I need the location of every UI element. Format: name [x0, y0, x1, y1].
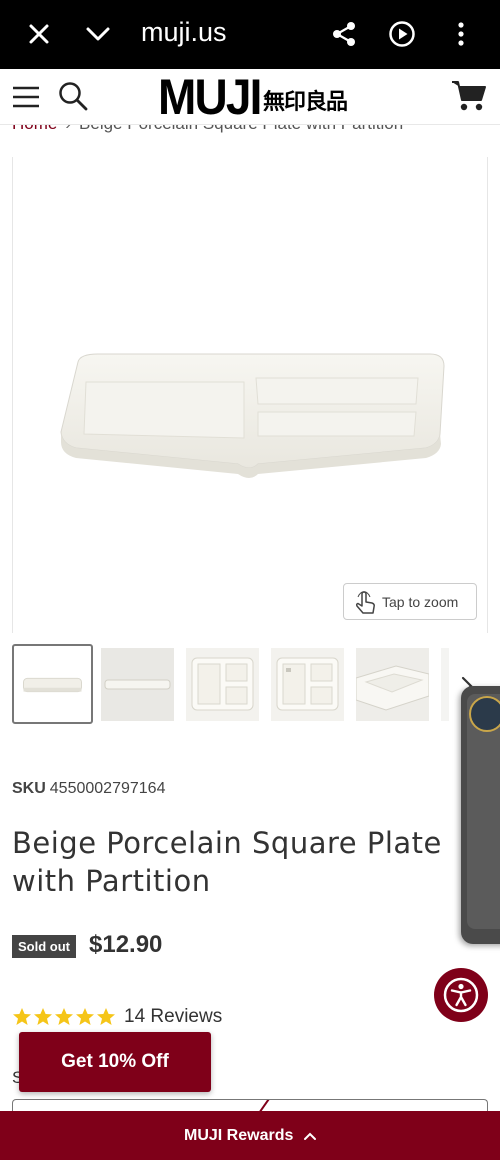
browser-toolbar: muji.us: [0, 0, 500, 69]
browser-url[interactable]: muji.us: [141, 17, 227, 48]
floating-video-widget[interactable]: [461, 686, 500, 944]
product-sku: SKU 4550002797164: [12, 780, 165, 798]
product-image-frame[interactable]: Tap to zoom: [12, 157, 488, 633]
thumbnail-6-partial[interactable]: [441, 648, 449, 721]
widget-avatar: [469, 696, 500, 732]
thumbnail-5[interactable]: [356, 648, 429, 721]
product-title: Beige Porcelain Square Plate with Partit…: [12, 826, 442, 898]
accessibility-button[interactable]: [434, 968, 488, 1022]
sold-out-badge: Sold out: [12, 935, 76, 958]
star-icon: [34, 1008, 52, 1025]
sku-label: SKU: [12, 780, 46, 797]
thumbnail-3[interactable]: [186, 648, 259, 721]
search-icon[interactable]: [58, 81, 88, 111]
sku-value: 4550002797164: [49, 780, 166, 797]
site-header: MUJI 無印良品: [0, 69, 500, 125]
star-icon: [97, 1008, 115, 1025]
hand-pointer-icon: [355, 591, 375, 614]
logo-kanji-text: 無印良品: [263, 90, 348, 115]
accessibility-icon: [443, 977, 479, 1013]
get-discount-button[interactable]: Get 10% Off: [19, 1032, 211, 1092]
tap-to-zoom-button[interactable]: Tap to zoom: [343, 583, 477, 620]
star-icon: [76, 1008, 94, 1025]
star-icon: [55, 1008, 73, 1025]
rewards-label: MUJI Rewards: [184, 1127, 294, 1144]
thumbnail-strip: [12, 644, 500, 724]
thumbnail-4[interactable]: [271, 648, 344, 721]
muji-logo[interactable]: MUJI 無印良品: [158, 72, 348, 122]
logo-latin-text: MUJI: [158, 69, 262, 125]
thumbnail-1[interactable]: [12, 644, 93, 724]
rating-stars[interactable]: [12, 1007, 116, 1027]
tap-to-zoom-label: Tap to zoom: [382, 594, 459, 610]
reviews-count-link[interactable]: 14 Reviews: [124, 1006, 222, 1028]
close-icon[interactable]: [26, 21, 52, 47]
product-price: $12.90: [89, 931, 163, 958]
thumbnail-2[interactable]: [101, 648, 174, 721]
product-plate-image: [60, 353, 445, 478]
chevron-up-icon: [304, 1132, 316, 1140]
cart-icon[interactable]: [451, 79, 487, 113]
more-vertical-icon[interactable]: [452, 20, 470, 48]
star-icon: [13, 1008, 31, 1025]
menu-icon[interactable]: [12, 86, 40, 108]
play-circle-icon[interactable]: [388, 20, 416, 48]
muji-rewards-bar[interactable]: MUJI Rewards: [0, 1111, 500, 1160]
share-icon[interactable]: [330, 20, 358, 48]
chevron-down-icon[interactable]: [84, 23, 112, 45]
